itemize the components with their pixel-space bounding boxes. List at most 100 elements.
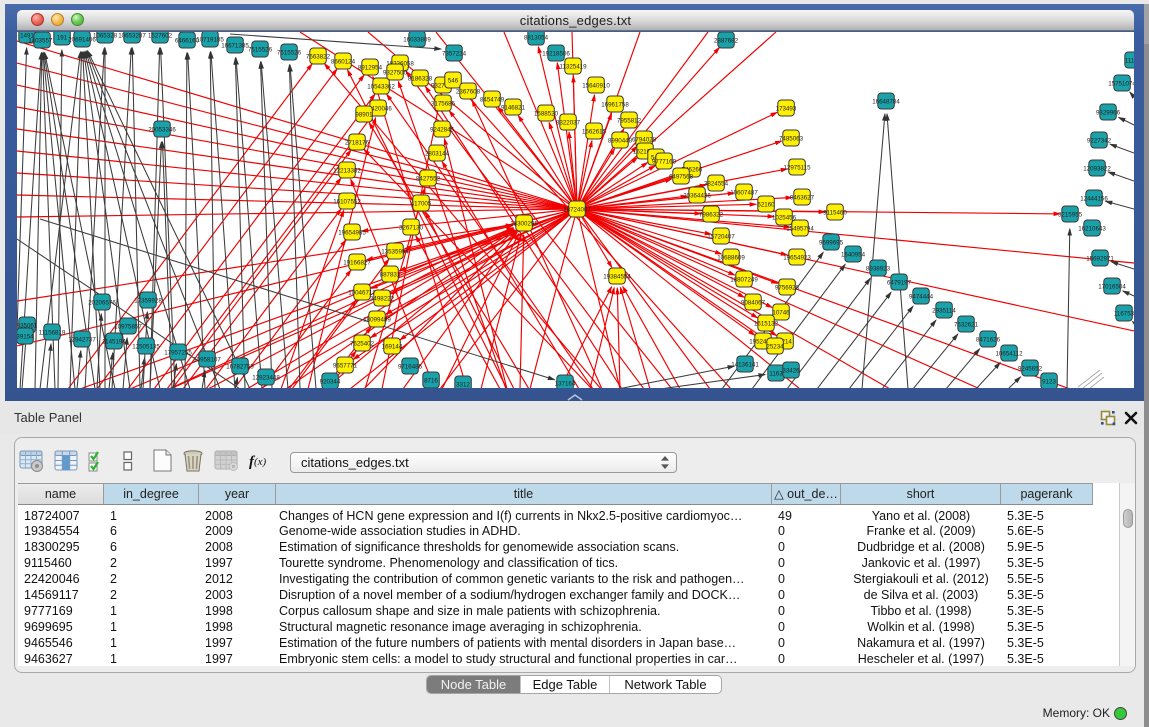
svg-text:9329966: 9329966	[1096, 110, 1121, 117]
svg-text:10688609: 10688609	[717, 255, 745, 262]
svg-text:8813054: 8813054	[524, 35, 549, 42]
svg-text:7632621: 7632621	[954, 322, 979, 329]
svg-text:8454749: 8454749	[480, 97, 505, 104]
svg-text:12213382: 12213382	[333, 168, 361, 175]
svg-text:3267130: 3267130	[399, 225, 424, 232]
svg-text:169144: 169144	[382, 344, 403, 351]
svg-text:9084067: 9084067	[741, 300, 766, 307]
svg-text:11156819: 11156819	[39, 330, 66, 337]
svg-text:3498222: 3498222	[370, 296, 395, 303]
svg-text:10975857: 10975857	[114, 324, 142, 331]
svg-text:546: 546	[448, 78, 459, 85]
svg-text:10543362: 10543362	[367, 84, 395, 91]
svg-text:887831: 887831	[380, 272, 401, 279]
svg-text:137164: 137164	[555, 381, 576, 388]
svg-text:2935114: 2935114	[932, 308, 956, 315]
svg-text:16107552: 16107552	[333, 199, 361, 206]
svg-text:14136141: 14136141	[731, 362, 759, 369]
svg-text:2367608: 2367608	[456, 89, 481, 96]
svg-text:15692971: 15692971	[1086, 256, 1114, 263]
svg-text:1615132: 1615132	[754, 321, 779, 328]
svg-text:19654923: 19654923	[783, 255, 811, 262]
svg-text:6479197: 6479197	[887, 280, 912, 287]
svg-text:1640954: 1640954	[841, 252, 866, 259]
svg-text:12505135: 12505135	[132, 344, 160, 351]
svg-text:17957255: 17957255	[164, 350, 192, 357]
svg-text:19218506: 19218506	[542, 51, 570, 58]
svg-text:9756928: 9756928	[775, 285, 800, 292]
svg-text:8660124: 8660124	[331, 59, 356, 66]
svg-text:33426: 33426	[782, 368, 800, 375]
svg-text:8990448: 8990448	[608, 138, 633, 145]
svg-text:6794028: 6794028	[632, 137, 657, 144]
svg-text:19654985: 19654985	[338, 230, 366, 237]
svg-text:7663822: 7663822	[306, 54, 331, 61]
svg-text:7955812: 7955812	[617, 118, 642, 125]
svg-text:8716: 8716	[424, 378, 438, 385]
svg-text:16782759: 16782759	[226, 364, 254, 371]
svg-text:191: 191	[57, 35, 68, 42]
svg-text:1163: 1163	[769, 371, 783, 378]
svg-text:10746: 10746	[772, 310, 790, 317]
svg-text:20206576: 20206576	[88, 300, 116, 307]
svg-text:9123: 9123	[1042, 379, 1056, 386]
svg-text:18099489: 18099489	[363, 317, 391, 324]
svg-text:1145194: 1145194	[102, 339, 126, 346]
svg-text:1562615: 1562615	[582, 129, 607, 136]
svg-text:19166827: 19166827	[343, 260, 371, 267]
svg-text:16210643: 16210643	[1078, 226, 1106, 233]
svg-text:9327500: 9327500	[383, 70, 408, 77]
svg-text:9474444: 9474444	[909, 294, 934, 301]
svg-text:173493: 173493	[776, 106, 797, 113]
svg-text:7515526: 7515526	[277, 50, 302, 57]
svg-text:8186328: 8186328	[408, 76, 433, 83]
svg-text:1527602: 1527602	[148, 33, 173, 40]
svg-text:17359928: 17359928	[134, 298, 162, 305]
svg-text:1588520: 1588520	[534, 111, 559, 118]
svg-text:12975115: 12975115	[783, 165, 811, 172]
svg-text:18807249: 18807249	[730, 277, 758, 284]
svg-text:10653287: 10653287	[118, 33, 146, 40]
svg-text:9245652: 9245652	[1018, 366, 1043, 373]
svg-text:15720407: 15720407	[707, 234, 735, 241]
svg-text:8912954: 8912954	[358, 65, 383, 72]
svg-text:14035571: 14035571	[28, 38, 56, 45]
svg-text:417005: 417005	[411, 201, 432, 208]
svg-text:9115460: 9115460	[823, 210, 847, 217]
svg-text:25234: 25234	[766, 344, 784, 351]
svg-text:16033809: 16033809	[403, 37, 431, 44]
svg-text:9657771: 9657771	[333, 363, 358, 370]
svg-text:8322037: 8322037	[556, 120, 581, 127]
svg-text:16671385: 16671385	[221, 43, 249, 50]
svg-text:13535994: 13535994	[381, 249, 409, 256]
svg-text:7625402: 7625402	[350, 341, 375, 348]
svg-text:9227342: 9227342	[1087, 138, 1112, 145]
svg-text:7515526: 7515526	[248, 47, 273, 54]
svg-text:15751074: 15751074	[1108, 81, 1134, 88]
svg-text:16961758: 16961758	[601, 102, 629, 109]
svg-text:12923448: 12923448	[252, 375, 280, 382]
svg-text:18724007: 18724007	[563, 207, 591, 214]
svg-text:8938923: 8938923	[866, 266, 891, 273]
svg-text:17016504: 17016504	[1098, 284, 1126, 291]
svg-text:2887682: 2887682	[714, 38, 739, 45]
svg-text:2803144: 2803144	[425, 151, 450, 158]
svg-text:20053346: 20053346	[148, 127, 176, 134]
svg-text:8427552: 8427552	[416, 176, 441, 183]
svg-text:15495794: 15495794	[786, 226, 814, 233]
svg-text:39154: 39154	[17, 334, 34, 341]
svg-text:98901: 98901	[355, 112, 373, 119]
svg-text:9242845: 9242845	[430, 127, 455, 134]
svg-text:7986322: 7986322	[699, 212, 724, 219]
svg-text:11325419: 11325419	[559, 64, 587, 71]
svg-text:62160: 62160	[757, 202, 775, 209]
svg-text:9146821: 9146821	[501, 105, 526, 112]
svg-text:1065328: 1065328	[93, 33, 118, 40]
svg-text:10958107: 10958107	[193, 357, 221, 364]
svg-text:10607487: 10607487	[730, 190, 758, 197]
svg-text:16648784: 16648784	[872, 99, 900, 106]
svg-text:12444156: 12444156	[1080, 196, 1108, 203]
svg-text:10719185: 10719185	[196, 37, 224, 44]
svg-text:10654112: 10654112	[995, 351, 1023, 358]
svg-text:18300295: 18300295	[510, 221, 538, 228]
